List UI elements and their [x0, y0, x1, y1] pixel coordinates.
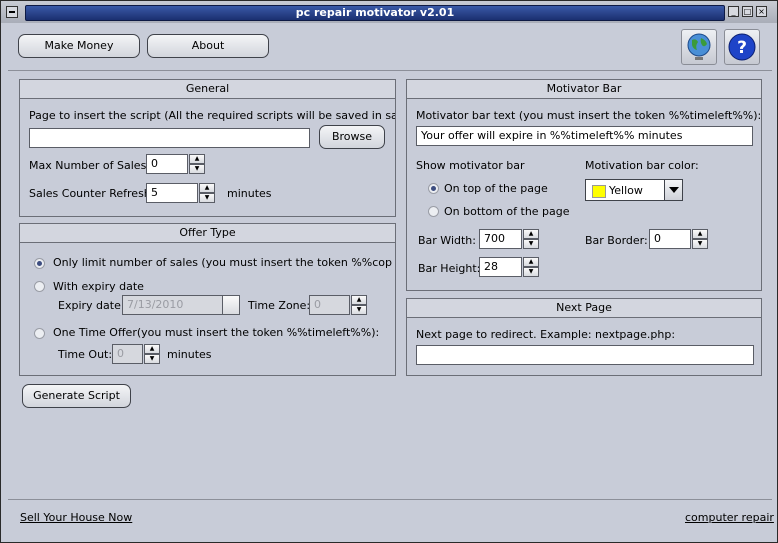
timeout-stepper[interactable]: ▲ ▼	[144, 344, 160, 364]
offer-header: Offer Type	[20, 224, 395, 243]
bar-height-input[interactable]: 28	[479, 257, 522, 277]
maximize-icon[interactable]: □	[742, 6, 753, 17]
max-sales-input[interactable]: 0	[146, 154, 188, 174]
title-bar: pc repair motivator v2.01 _ □ ×	[1, 1, 777, 23]
motivator-text-input[interactable]: Your offer will expire in %%timeleft%% m…	[416, 126, 753, 146]
bar-width-input[interactable]: 700	[479, 229, 522, 249]
pos-top-radio[interactable]	[428, 183, 439, 194]
time-zone-stepper[interactable]: ▲ ▼	[351, 295, 367, 315]
general-panel: General Page to insert the script (All t…	[19, 79, 396, 217]
motivator-text-label: Motivator bar text (you must insert the …	[416, 109, 762, 122]
bar-color-value: Yellow	[609, 184, 643, 197]
offer-expiry-label: With expiry date	[53, 280, 144, 293]
title-strip: pc repair motivator v2.01	[25, 5, 725, 21]
next-page-input[interactable]	[416, 345, 754, 365]
app-window: pc repair motivator v2.01 _ □ × Make Mon…	[0, 0, 778, 543]
make-money-button[interactable]: Make Money	[18, 34, 140, 58]
offer-limit-label: Only limit number of sales (you must ins…	[53, 256, 393, 269]
pos-bottom-label: On bottom of the page	[444, 205, 570, 218]
close-icon[interactable]: ×	[756, 6, 767, 17]
help-icon: ?	[728, 33, 756, 61]
window-title: pc repair motivator v2.01	[295, 6, 455, 19]
offer-onetime-label: One Time Offer(you must insert the token…	[53, 326, 380, 339]
pos-top-label: On top of the page	[444, 182, 548, 195]
bar-height-label: Bar Height:	[418, 262, 481, 275]
page-input[interactable]	[29, 128, 310, 148]
next-page-panel: Next Page Next page to redirect. Example…	[406, 298, 762, 376]
bar-border-stepper[interactable]: ▲ ▼	[692, 229, 708, 249]
pos-bottom-radio[interactable]	[428, 206, 439, 217]
general-header: General	[20, 80, 395, 99]
bar-color-label: Motivation bar color:	[585, 159, 699, 172]
page-label: Page to insert the script (All the requi…	[29, 109, 395, 122]
help-button[interactable]: ?	[724, 29, 760, 65]
globe-icon	[687, 33, 711, 60]
color-swatch	[592, 185, 606, 198]
time-zone-input[interactable]: 0	[309, 295, 350, 315]
motivator-panel: Motivator Bar Motivator bar text (you mu…	[406, 79, 762, 291]
offer-limit-radio[interactable]	[34, 258, 45, 269]
next-page-header: Next Page	[407, 299, 761, 318]
chevron-down-icon[interactable]	[664, 180, 682, 200]
date-picker-button[interactable]	[222, 295, 240, 315]
system-menu-icon[interactable]	[6, 6, 18, 18]
expiry-date-label: Expiry date:	[58, 299, 125, 312]
motivator-header: Motivator Bar	[407, 80, 761, 99]
computer-repair-link[interactable]: computer repair	[685, 511, 774, 524]
refresh-label: Sales Counter Refresh:	[29, 187, 155, 200]
browse-button[interactable]: Browse	[319, 125, 385, 149]
bar-height-stepper[interactable]: ▲ ▼	[523, 257, 539, 277]
offer-expiry-radio[interactable]	[34, 281, 45, 292]
timeout-unit: minutes	[167, 348, 212, 361]
offer-onetime-radio[interactable]	[34, 328, 45, 339]
generate-script-button[interactable]: Generate Script	[22, 384, 131, 408]
offer-panel: Offer Type Only limit number of sales (y…	[19, 223, 396, 376]
svg-text:?: ?	[737, 38, 747, 58]
bar-width-stepper[interactable]: ▲ ▼	[523, 229, 539, 249]
bar-width-label: Bar Width:	[418, 234, 476, 247]
sell-house-link[interactable]: Sell Your House Now	[20, 511, 132, 524]
minimize-icon[interactable]: _	[728, 6, 739, 17]
refresh-unit: minutes	[227, 187, 272, 200]
bar-border-label: Bar Border:	[585, 234, 648, 247]
max-sales-label: Max Number of Sales:	[29, 159, 151, 172]
refresh-input[interactable]: 5	[146, 183, 198, 203]
refresh-stepper[interactable]: ▲ ▼	[199, 183, 215, 203]
about-button[interactable]: About	[147, 34, 269, 58]
web-button[interactable]	[681, 29, 717, 65]
timeout-input[interactable]: 0	[112, 344, 143, 364]
bar-border-input[interactable]: 0	[649, 229, 691, 249]
timeout-label: Time Out:	[58, 348, 113, 361]
footer-divider	[8, 499, 772, 500]
max-sales-stepper[interactable]: ▲ ▼	[189, 154, 205, 174]
time-zone-label: Time Zone:	[248, 299, 311, 312]
next-page-label: Next page to redirect. Example: nextpage…	[416, 328, 676, 341]
bar-color-select[interactable]: Yellow	[585, 179, 683, 201]
show-bar-label: Show motivator bar	[416, 159, 525, 172]
expiry-date-input[interactable]: 7/13/2010	[122, 295, 223, 315]
